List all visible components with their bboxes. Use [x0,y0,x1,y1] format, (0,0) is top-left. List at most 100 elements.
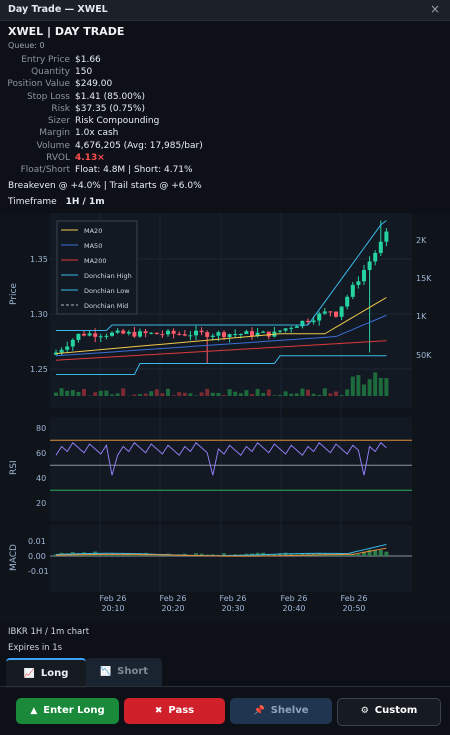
button-label: Shelve [270,705,309,716]
info-label: Sizer [47,116,70,126]
info-label: Volume [36,141,70,151]
custom-button[interactable]: ⚙ Custom [337,698,441,726]
candle [227,334,232,338]
price-axis-label: Price [9,283,19,305]
info-value: $1.41 (85.00%) [75,92,145,102]
close-icon: ✖ [154,706,163,716]
candle [199,330,204,333]
info-value: 150 [75,67,93,77]
volume-bar [205,388,210,396]
info-label: Quantity [31,67,70,77]
info-label: Margin [39,128,70,138]
volume-bar [384,378,389,396]
tab-label: Short [117,666,149,677]
volume-bar [328,393,333,396]
legend-label: MA20 [84,227,102,235]
volume-bar [93,392,98,396]
chart-source: IBKR 1H / 1m chart [8,627,90,637]
chart-svg: MA20 MA50 MA200 Donchian High Donchian Low Do… [9,213,432,613]
candle [233,334,238,336]
volume-bar [121,388,126,396]
info-value: Risk Compounding [75,116,160,126]
expires-text: Expires in 1s [8,643,63,653]
chart-area[interactable]: MA20 MA50 MA200 Donchian High Donchian Low Do… [0,213,450,623]
tab-short[interactable]: 📉 Short [86,658,162,686]
info-label: Float/Short [20,165,70,175]
info-value: 1.0x cash [75,128,119,138]
shelve-button[interactable]: 📌 Shelve [230,698,332,724]
candle [283,328,288,331]
pin-icon: 📌 [253,706,265,716]
volume-bar [160,393,165,396]
candle [87,333,92,336]
candle [149,332,154,334]
volume-bar [300,388,305,396]
macd-histogram-bar [378,549,383,556]
volume-bar [255,388,260,396]
rvol-value: 4.13× [75,153,105,163]
pass-button[interactable]: ✖ Pass [124,698,225,724]
macd-panel [50,525,412,592]
candle [278,330,282,332]
candle [317,313,322,321]
volume-bar [188,393,193,396]
price-tick: 1.30 [30,310,48,319]
x-tick-date: Feb 26 [220,594,247,603]
info-value: Float: 4.8M | Short: 4.71% [75,165,193,175]
volume-bar [362,384,366,396]
volume-bar [149,391,154,396]
candle [177,333,182,335]
candle [115,330,120,333]
legend-label: Donchian Low [84,287,130,295]
breakeven-text: Breakeven @ +4.0% | Trail starts @ +6.0% [8,181,202,191]
volume-bar [154,389,159,396]
info-label: Risk [51,104,70,114]
queue-count: Queue: 0 [8,41,45,50]
volume-bar [278,394,282,396]
candle [266,331,271,337]
volume-bar [266,389,271,396]
chart-down-icon: 📉 [99,667,112,677]
x-tick-date: Feb 26 [100,594,127,603]
candle [138,331,142,337]
candle [334,311,338,317]
volume-tick: 15K [416,274,432,283]
candle [76,333,81,340]
candle [182,334,187,336]
gear-icon: ⚙ [360,706,369,716]
volume-bar [373,372,378,396]
volume-bar [177,392,182,396]
candle [289,327,294,329]
button-label: Pass [168,705,195,716]
close-icon[interactable]: × [430,2,440,16]
macd-histogram-bar [384,551,389,556]
volume-bar [132,394,137,396]
tab-long[interactable]: 📈 Long [6,658,86,688]
volume-bar [115,393,120,396]
candle [238,334,243,336]
candle [104,335,109,337]
volume-bar [110,394,114,396]
candle [367,261,372,271]
candle [356,281,361,285]
candle [378,241,383,253]
candle [160,334,165,336]
volume-bar [199,392,204,396]
volume-bar [261,392,266,396]
timeframe-label: Timeframe [8,197,57,207]
volume-bar [65,390,70,396]
volume-bar [166,388,170,396]
page-title: XWEL | DAY TRADE [8,25,125,38]
info-label: Entry Price [21,55,70,65]
volume-bar [210,392,215,396]
x-tick-time: 20:50 [342,604,365,613]
candle [322,311,327,314]
volume-bar [334,391,338,396]
candle [154,332,159,335]
volume-bar [289,393,294,396]
enter-long-button[interactable]: ▲ Enter Long [16,698,119,724]
volume-bar [59,388,64,396]
candle [143,331,148,334]
volume-bar [244,390,249,396]
window-titlebar: Day Trade — XWEL × [0,0,450,21]
